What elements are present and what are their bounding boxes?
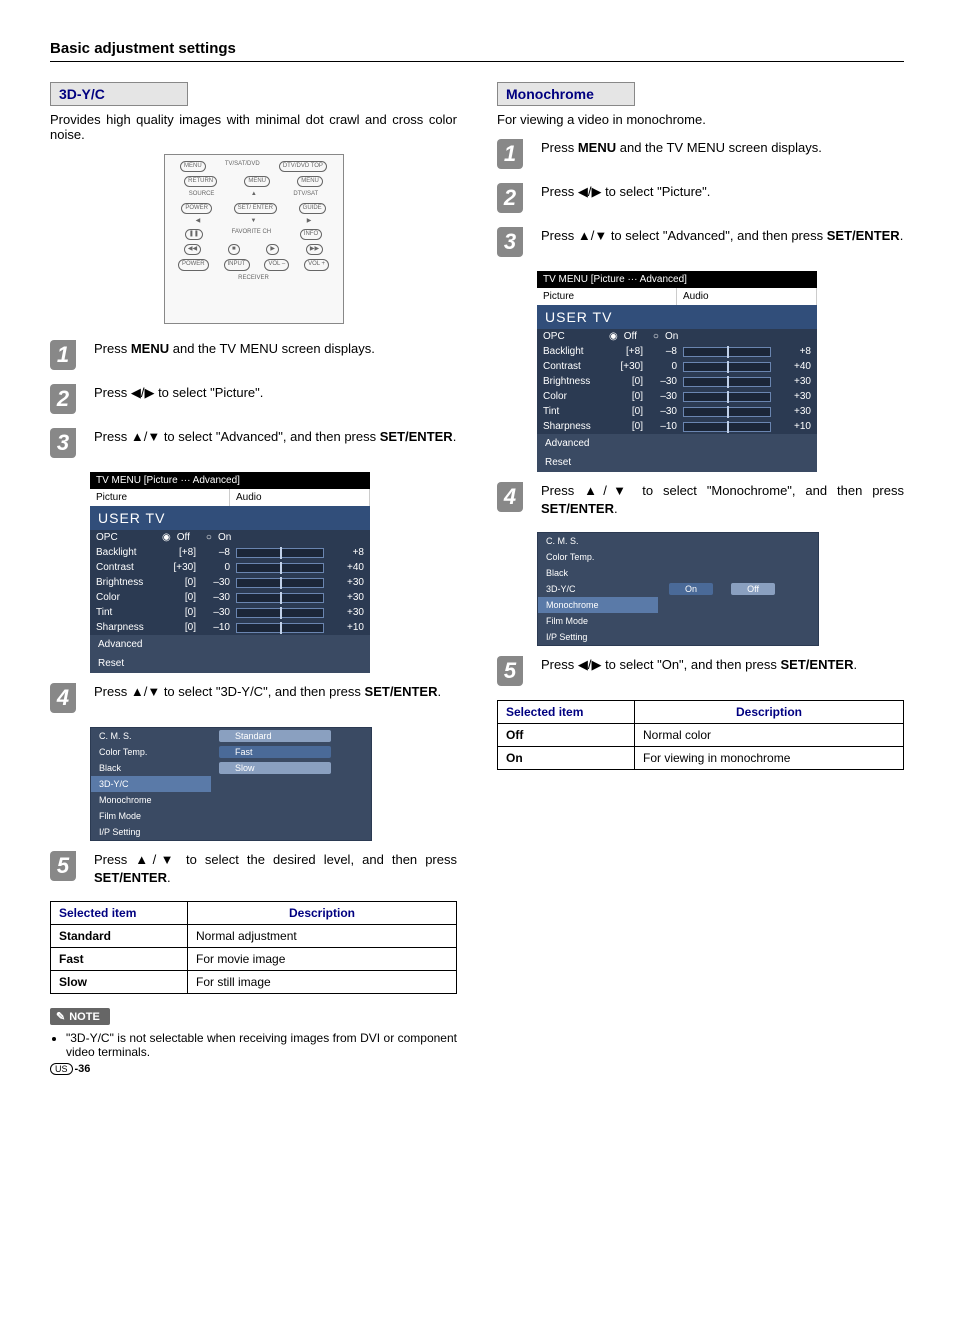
tv-menu-row: Brightness[0]–30+30 [537, 374, 817, 389]
intro-text: For viewing a video in monochrome. [497, 112, 904, 127]
tv-menu-title: USER TV [90, 506, 370, 530]
page-footer: US-36 [50, 1063, 457, 1075]
divider [50, 61, 904, 62]
tv-menu-row: Tint[0]–30+30 [90, 605, 370, 620]
step-3: 3 Press ▲/▼ to select "Advanced", and th… [497, 227, 904, 257]
step-text: Press MENU and the TV MENU screen displa… [94, 340, 457, 358]
step-number: 4 [50, 683, 76, 713]
adv-menu-item: C. M. S. [91, 728, 211, 744]
note-badge: ✎NOTE [50, 1008, 110, 1025]
table-row: StandardNormal adjustment [51, 925, 457, 948]
adv-menu-item: Monochrome [91, 792, 211, 808]
step-text: Press ▲/▼ to select "Monochrome", and th… [541, 482, 904, 518]
left-column: 3D-Y/C Provides high quality images with… [50, 82, 457, 1075]
adv-menu-item: Color Temp. [91, 744, 211, 760]
adv-menu-item: Monochrome [538, 597, 658, 613]
up-down-icon: ▲/▼ [584, 483, 632, 498]
step-3: 3 Press ▲/▼ to select "Advanced", and th… [50, 428, 457, 458]
tv-menu-row: Sharpness[0]–10+10 [90, 620, 370, 635]
step-4: 4 Press ▲/▼ to select "Monochrome", and … [497, 482, 904, 518]
step-text: Press ▲/▼ to select the desired level, a… [94, 851, 457, 887]
step-1: 1 Press MENU and the TV MENU screen disp… [497, 139, 904, 169]
intro-text: Provides high quality images with minima… [50, 112, 457, 142]
tv-menu-reset: Reset [90, 654, 370, 673]
adv-menu-item: Black [91, 760, 211, 776]
step-number: 2 [497, 183, 523, 213]
remote-illustration: MENUTV/SAT/DVDDTV/DVD TOP RETURNMENUMENU… [164, 154, 344, 324]
adv-menu-item: Black [538, 565, 658, 581]
step-5: 5 Press ▲/▼ to select the desired level,… [50, 851, 457, 887]
step-number: 3 [497, 227, 523, 257]
table-row: SlowFor still image [51, 971, 457, 994]
tv-menu-row: Backlight[+8]–8+8 [537, 344, 817, 359]
left-right-icon: ◀/▶ [578, 657, 602, 672]
tv-menu-row: Color[0]–30+30 [90, 590, 370, 605]
advanced-menu-3dyc: C. M. S.Color Temp.Black3D-Y/CMonochrome… [90, 727, 372, 841]
description-table-monochrome: Selected itemDescription OffNormal color… [497, 700, 904, 770]
step-text: Press ◀/▶ to select "On", and then press… [541, 656, 904, 674]
tv-menu-screenshot: TV MENU [Picture ··· Advanced] PictureAu… [537, 271, 817, 472]
table-row: OffNormal color [498, 724, 904, 747]
adv-menu-option: Standard [219, 730, 331, 742]
step-text: Press ▲/▼ to select "Advanced", and then… [541, 227, 904, 245]
step-text: Press ◀/▶ to select "Picture". [94, 384, 457, 402]
tv-menu-opc: OPC ◉ Off ○ On [90, 530, 370, 545]
step-2: 2 Press ◀/▶ to select "Picture". [50, 384, 457, 414]
adv-menu-item: Color Temp. [538, 549, 658, 565]
table-row: OnFor viewing in monochrome [498, 747, 904, 770]
step-text: Press ▲/▼ to select "Advanced", and then… [94, 428, 457, 446]
adv-menu-option: Off [731, 583, 775, 595]
step-number: 3 [50, 428, 76, 458]
tv-menu-row: Backlight[+8]–8+8 [90, 545, 370, 560]
adv-menu-option: Slow [219, 762, 331, 774]
up-down-icon: ▲/▼ [135, 852, 178, 867]
adv-menu-item: Film Mode [91, 808, 211, 824]
step-text: Press MENU and the TV MENU screen displa… [541, 139, 904, 157]
adv-menu-item: I/P Setting [91, 824, 211, 840]
tv-menu-row: Contrast[+30]0+40 [90, 560, 370, 575]
tv-menu-row: Contrast[+30]0+40 [537, 359, 817, 374]
tv-menu-row: Brightness[0]–30+30 [90, 575, 370, 590]
step-number: 1 [50, 340, 76, 370]
advanced-menu-monochrome: C. M. S.Color Temp.Black3D-Y/CMonochrome… [537, 532, 819, 646]
adv-menu-option: On [669, 583, 713, 595]
tv-menu-row: Color[0]–30+30 [537, 389, 817, 404]
description-table-3dyc: Selected itemDescription StandardNormal … [50, 901, 457, 994]
adv-menu-item: 3D-Y/C [538, 581, 658, 597]
step-2: 2 Press ◀/▶ to select "Picture". [497, 183, 904, 213]
page-title: Basic adjustment settings [50, 40, 904, 57]
step-number: 5 [50, 851, 76, 881]
tv-menu-row: Tint[0]–30+30 [537, 404, 817, 419]
adv-menu-option: Fast [219, 746, 331, 758]
section-heading-monochrome: Monochrome [497, 82, 635, 106]
note-icon: ✎ [56, 1010, 65, 1023]
up-down-icon: ▲/▼ [131, 429, 160, 444]
step-1: 1 Press MENU and the TV MENU screen disp… [50, 340, 457, 370]
step-text: Press ◀/▶ to select "Picture". [541, 183, 904, 201]
adv-menu-item: I/P Setting [538, 629, 658, 645]
step-text: Press ▲/▼ to select "3D-Y/C", and then p… [94, 683, 457, 701]
left-right-icon: ◀/▶ [131, 385, 155, 400]
step-number: 5 [497, 656, 523, 686]
tv-menu-header: TV MENU [Picture ··· Advanced] [90, 472, 370, 489]
section-heading-3dyc: 3D-Y/C [50, 82, 188, 106]
step-number: 2 [50, 384, 76, 414]
left-right-icon: ◀/▶ [578, 184, 602, 199]
tv-menu-tabs: PictureAudio [90, 489, 370, 506]
adv-menu-item: Film Mode [538, 613, 658, 629]
step-4: 4 Press ▲/▼ to select "3D-Y/C", and then… [50, 683, 457, 713]
tv-menu-advanced: Advanced [90, 635, 370, 654]
tv-menu-screenshot: TV MENU [Picture ··· Advanced] PictureAu… [90, 472, 370, 673]
table-row: FastFor movie image [51, 948, 457, 971]
note-list: "3D-Y/C" is not selectable when receivin… [50, 1031, 457, 1059]
right-column: Monochrome For viewing a video in monoch… [497, 82, 904, 1075]
up-down-icon: ▲/▼ [131, 684, 160, 699]
step-number: 4 [497, 482, 523, 512]
step-5: 5 Press ◀/▶ to select "On", and then pre… [497, 656, 904, 686]
adv-menu-item: 3D-Y/C [91, 776, 211, 792]
step-number: 1 [497, 139, 523, 169]
adv-menu-item: C. M. S. [538, 533, 658, 549]
up-down-icon: ▲/▼ [578, 228, 607, 243]
tv-menu-row: Sharpness[0]–10+10 [537, 419, 817, 434]
